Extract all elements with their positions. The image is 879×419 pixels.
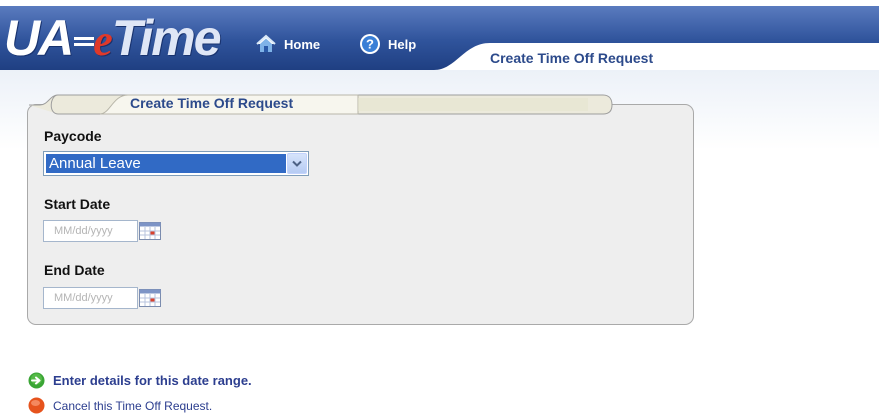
chevron-down-icon <box>292 160 302 167</box>
enter-details-link[interactable]: Enter details for this date range. <box>28 372 252 389</box>
end-date-calendar-icon[interactable] <box>139 289 161 307</box>
paycode-selected-value: Annual Leave <box>46 154 286 173</box>
cancel-request-label: Cancel this Time Off Request. <box>53 398 213 413</box>
logo-stripes <box>74 36 95 46</box>
page-title: Create Time Off Request <box>490 50 654 66</box>
home-link[interactable]: Home <box>255 33 320 55</box>
cancel-request-link[interactable]: Cancel this Time Off Request. <box>28 397 212 414</box>
header-bar: UA eTime Home ? Help Create Time Off Requ… <box>0 0 879 70</box>
svg-text:?: ? <box>366 37 374 52</box>
page-title-tab: Create Time Off Request <box>434 39 879 70</box>
start-date-calendar-icon[interactable] <box>139 222 161 240</box>
help-link[interactable]: ? Help <box>359 33 416 55</box>
panel-title: Create Time Off Request <box>130 95 294 111</box>
end-date-input[interactable] <box>43 287 138 309</box>
green-arrow-icon <box>28 372 45 389</box>
app-logo: UA eTime <box>4 10 222 66</box>
paycode-select[interactable]: Annual Leave <box>43 151 309 176</box>
home-icon <box>256 34 276 52</box>
start-date-input[interactable] <box>43 220 138 242</box>
orange-circle-icon <box>28 397 45 414</box>
paycode-label: Paycode <box>44 128 102 144</box>
end-date-label: End Date <box>44 262 105 278</box>
help-icon: ? <box>360 34 380 54</box>
dropdown-button[interactable] <box>287 153 307 174</box>
start-date-label: Start Date <box>44 196 111 212</box>
enter-details-label: Enter details for this date range. <box>53 373 252 388</box>
